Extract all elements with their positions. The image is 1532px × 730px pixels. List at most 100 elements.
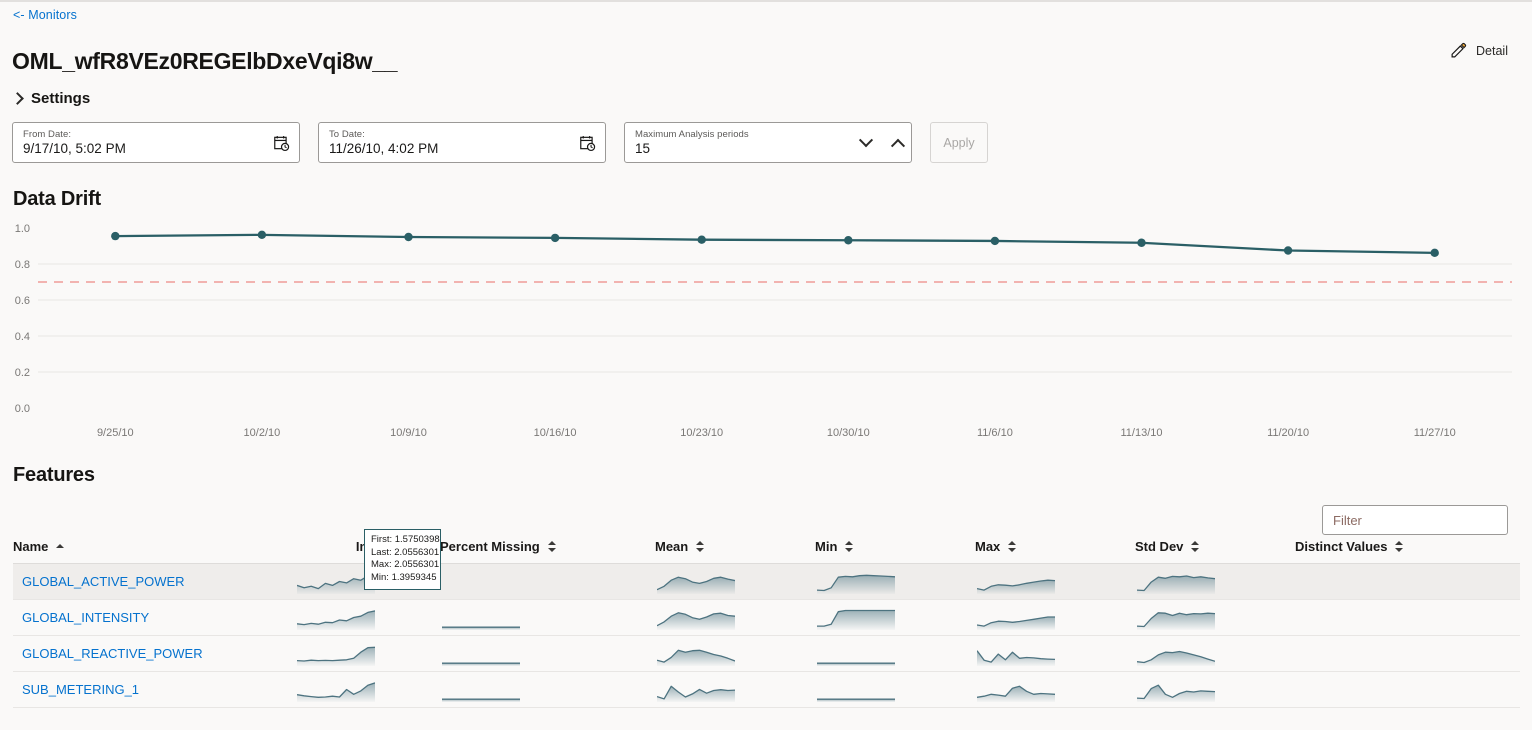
chevron-up-icon[interactable] <box>890 138 906 153</box>
feature-name-link[interactable]: GLOBAL_REACTIVE_POWER <box>13 646 203 661</box>
tooltip-max: Max: 2.0556301 <box>371 559 440 570</box>
table-row[interactable]: GLOBAL_INTENSITY <box>13 599 1520 636</box>
detail-label: Detail <box>1476 43 1508 58</box>
sort-icon[interactable] <box>845 540 854 553</box>
detail-button[interactable]: Detail <box>1450 42 1508 59</box>
sort-icon[interactable] <box>1008 540 1017 553</box>
sparkline[interactable] <box>1137 642 1215 666</box>
sort-icon[interactable] <box>547 540 557 553</box>
chevron-down-icon[interactable] <box>858 132 874 147</box>
cell-percent-missing <box>440 563 655 600</box>
column-label: Mean <box>655 539 689 554</box>
sort-icon[interactable] <box>696 540 705 553</box>
sparkline[interactable] <box>657 678 735 702</box>
sparkline[interactable] <box>1137 606 1215 630</box>
sparkline[interactable] <box>442 606 520 630</box>
table-row[interactable]: SUB_METERING_1 <box>13 671 1520 708</box>
calendar-clock-icon[interactable] <box>579 134 596 151</box>
cell-min <box>815 563 975 600</box>
x-axis-tick-label: 10/30/10 <box>827 427 870 439</box>
y-axis-tick-label: 0.6 <box>15 295 30 307</box>
cell-distinct-values <box>1295 599 1520 636</box>
sparkline[interactable] <box>817 570 895 594</box>
x-axis-tick-label: 11/13/10 <box>1120 427 1162 439</box>
cell-importance <box>295 671 440 708</box>
sparkline[interactable] <box>1137 678 1215 702</box>
sparkline[interactable] <box>657 570 735 594</box>
tooltip-last: Last: 2.0556301 <box>371 546 440 558</box>
x-axis-tick-label: 10/16/10 <box>534 427 577 439</box>
cell-std-dev <box>1135 563 1295 600</box>
from-date-label: From Date: <box>23 128 72 140</box>
feature-name-link[interactable]: GLOBAL_INTENSITY <box>13 610 149 625</box>
cell-percent-missing <box>440 671 655 708</box>
sparkline[interactable] <box>657 642 735 666</box>
sort-icon[interactable] <box>1191 540 1200 553</box>
column-header-percent-missing[interactable]: Percent Missing <box>440 539 655 564</box>
sparkline[interactable] <box>1297 642 1375 666</box>
column-header-name[interactable]: Name <box>13 539 295 564</box>
sparkline[interactable] <box>817 642 895 666</box>
sparkline[interactable] <box>977 642 1055 666</box>
drift-chart-svg: 0.0 0.2 0.4 0.6 0.8 1.0 9/25/10 10/2/10 10/9/10 1… <box>15 223 1512 439</box>
cell-distinct-values <box>1295 671 1520 708</box>
page-title: OML_wfR8VEz0REGElbDxeVqi8w__ <box>12 48 398 74</box>
sparkline[interactable] <box>657 606 735 630</box>
sparkline[interactable] <box>1297 606 1375 630</box>
calendar-clock-icon[interactable] <box>273 134 290 151</box>
sparkline[interactable] <box>1297 678 1375 702</box>
y-axis-tick-label: 0.8 <box>15 259 30 271</box>
to-date-value: 11/26/10, 4:02 PM <box>329 140 439 156</box>
y-axis-tick-label: 1.0 <box>15 223 30 235</box>
sparkline[interactable] <box>977 678 1055 702</box>
data-drift-chart: 0.0 0.2 0.4 0.6 0.8 1.0 9/25/10 10/2/10 10/9/10 1… <box>0 220 1532 448</box>
filter-input[interactable] <box>1322 505 1508 535</box>
to-date-field[interactable]: To Date: 11/26/10, 4:02 PM <box>318 122 606 163</box>
column-header-max[interactable]: Max <box>975 539 1135 564</box>
cell-name: GLOBAL_INTENSITY <box>13 599 295 636</box>
table-row[interactable]: GLOBAL_REACTIVE_POWER <box>13 635 1520 672</box>
table-header-row: Name Importance Percent Missing Mean <box>13 539 1520 564</box>
sort-ascending-icon[interactable] <box>56 540 65 553</box>
sort-icon[interactable] <box>1395 540 1404 553</box>
breadcrumb-monitors-link[interactable]: <- Monitors <box>13 8 77 22</box>
x-axis-tick-label: 11/27/10 <box>1414 427 1456 439</box>
sparkline-tooltip: First: 1.5750398 Last: 2.0556301 Max: 2.… <box>364 529 441 590</box>
column-header-std-dev[interactable]: Std Dev <box>1135 539 1295 564</box>
sparkline[interactable] <box>817 606 895 630</box>
cell-mean <box>655 635 815 672</box>
sparkline[interactable] <box>1297 570 1375 594</box>
column-label: Distinct Values <box>1295 539 1388 554</box>
sparkline[interactable] <box>817 678 895 702</box>
table-row[interactable]: GLOBAL_ACTIVE_POWER <box>13 563 1520 600</box>
tooltip-first: First: 1.5750398 <box>371 534 440 545</box>
max-analysis-periods-field[interactable]: Maximum Analysis periods 15 <box>624 122 912 163</box>
cell-min <box>815 635 975 672</box>
sparkline[interactable] <box>297 678 375 702</box>
column-header-distinct-values[interactable]: Distinct Values <box>1295 539 1520 564</box>
cell-max <box>975 635 1135 672</box>
cell-importance <box>295 599 440 636</box>
column-label: Min <box>815 539 838 554</box>
features-table: Name Importance Percent Missing Mean <box>13 539 1520 708</box>
sparkline[interactable] <box>297 642 375 666</box>
column-header-min[interactable]: Min <box>815 539 975 564</box>
from-date-field[interactable]: From Date: 9/17/10, 5:02 PM <box>12 122 300 163</box>
cell-mean <box>655 563 815 600</box>
sparkline[interactable] <box>977 606 1055 630</box>
sparkline[interactable] <box>442 570 520 594</box>
feature-name-link[interactable]: GLOBAL_ACTIVE_POWER <box>13 574 185 589</box>
sparkline[interactable] <box>442 642 520 666</box>
settings-toggle[interactable]: Settings <box>11 90 90 107</box>
sparkline[interactable] <box>1137 570 1215 594</box>
cell-max <box>975 599 1135 636</box>
sparkline[interactable] <box>297 606 375 630</box>
sparkline[interactable] <box>977 570 1055 594</box>
column-header-mean[interactable]: Mean <box>655 539 815 564</box>
cell-std-dev <box>1135 671 1295 708</box>
feature-name-link[interactable]: SUB_METERING_1 <box>13 682 139 697</box>
sparkline[interactable] <box>442 678 520 702</box>
cell-distinct-values <box>1295 563 1520 600</box>
apply-button[interactable]: Apply <box>930 122 988 163</box>
settings-controls: From Date: 9/17/10, 5:02 PM To Date: 11/… <box>12 122 988 163</box>
